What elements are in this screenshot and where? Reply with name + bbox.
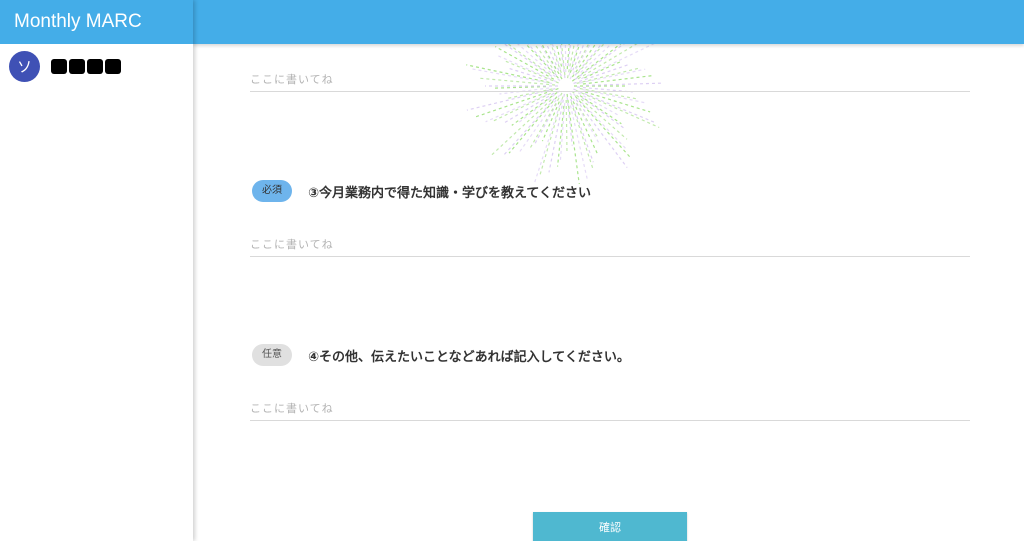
firework-ray xyxy=(538,96,564,178)
firework-ray xyxy=(475,88,559,118)
firework-ray xyxy=(570,98,594,163)
top-app-bar xyxy=(193,0,1024,44)
redaction-block xyxy=(69,58,85,74)
app-title: Monthly MARC xyxy=(0,0,193,44)
question-3-text: ③今月業務内で得た知識・学びを教えてください xyxy=(308,185,591,201)
optional-badge: 任意 xyxy=(252,344,292,366)
redaction-block xyxy=(105,58,121,74)
firework-ray xyxy=(573,93,628,151)
answer-input-3[interactable] xyxy=(250,238,970,257)
required-badge: 必須 xyxy=(252,180,292,202)
firework-decoration xyxy=(466,44,661,184)
firework-ray xyxy=(485,93,548,123)
firework-ray xyxy=(492,92,551,122)
avatar: ソ xyxy=(9,50,40,82)
sidebar: Monthly MARC ソ ████ xyxy=(0,0,193,541)
firework-ray xyxy=(573,88,655,123)
user-profile[interactable]: ソ ████ xyxy=(0,44,193,88)
answer-field-3[interactable] xyxy=(250,233,970,257)
firework-ray xyxy=(569,92,601,145)
answer-input-4[interactable] xyxy=(250,402,970,421)
confirm-button[interactable]: 確認 xyxy=(533,512,687,541)
user-name-redacted: ████ xyxy=(51,58,121,74)
redaction-block xyxy=(87,58,103,74)
question-3: 必須 ③今月業務内で得た知識・学びを教えてください xyxy=(252,179,591,203)
answer-input-2[interactable] xyxy=(250,73,970,92)
answer-field-2[interactable] xyxy=(250,68,970,92)
form-content: 必須 ③今月業務内で得た知識・学びを教えてください 任意 ④その他、伝えたいこと… xyxy=(193,44,1024,541)
question-4-text: ④その他、伝えたいことなどあれば記入してください。 xyxy=(308,349,630,365)
question-4: 任意 ④その他、伝えたいことなどあれば記入してください。 xyxy=(252,343,630,367)
answer-field-4[interactable] xyxy=(250,397,970,421)
firework-ray xyxy=(575,89,660,129)
firework-ray xyxy=(565,99,568,154)
firework-ray xyxy=(501,98,556,158)
firework-ray xyxy=(571,90,628,140)
app-window: Monthly MARC ソ ████ 必須 ③今月業務内で得た知識・学びを教え… xyxy=(0,0,1024,541)
redaction-block xyxy=(51,58,67,74)
